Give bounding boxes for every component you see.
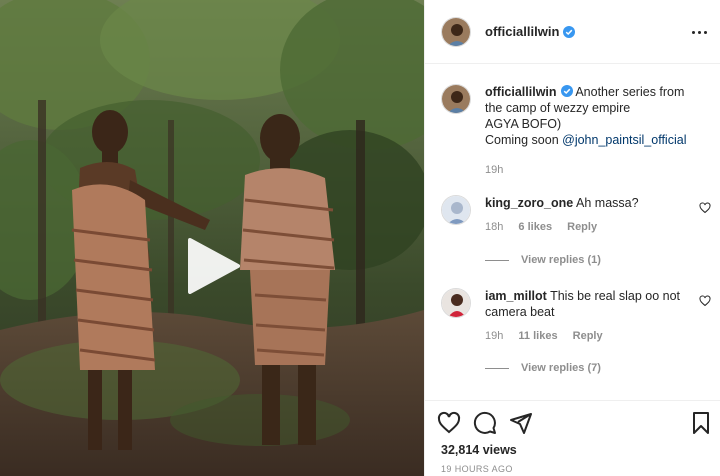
avatar-image xyxy=(442,196,470,224)
post-video[interactable] xyxy=(0,0,424,476)
caption-line: the camp of wezzy empire xyxy=(485,101,631,115)
comment: iam_millot This be real slap oo not came… xyxy=(441,288,711,344)
comment-body: iam_millot This be real slap oo not came… xyxy=(485,288,681,344)
caption-timestamp[interactable]: 19h xyxy=(485,162,686,178)
avatar-image xyxy=(442,17,470,46)
comment-text: Ah massa? xyxy=(576,196,639,210)
author-username[interactable]: officiallilwin xyxy=(485,24,559,39)
comment-likes[interactable]: 6 likes xyxy=(518,221,552,233)
comment-body: king_zoro_one Ah massa? 18h 6 likes Repl… xyxy=(485,195,681,235)
avatar[interactable] xyxy=(441,84,471,114)
verified-badge-icon xyxy=(560,85,573,97)
avatar[interactable] xyxy=(441,16,471,47)
post-timestamp[interactable]: 19 HOURS AGO xyxy=(441,464,513,474)
view-replies-label: View replies (7) xyxy=(521,362,601,374)
comment-username[interactable]: king_zoro_one xyxy=(485,196,573,210)
verified-badge-icon xyxy=(563,25,576,38)
comment-time[interactable]: 18h xyxy=(485,221,503,233)
caption-line: Another series from xyxy=(575,85,685,99)
avatar-image xyxy=(442,289,470,317)
avatar[interactable] xyxy=(441,195,471,225)
post-header: officiallilwin xyxy=(425,0,720,64)
more-icon-dot xyxy=(691,30,695,34)
view-count[interactable]: 32,814 views xyxy=(441,443,517,457)
bookmark-icon[interactable] xyxy=(689,411,713,435)
view-replies-label: View replies (1) xyxy=(521,254,601,266)
comment-username[interactable]: iam_millot xyxy=(485,289,547,303)
heart-icon[interactable] xyxy=(699,202,711,214)
post-actions: 32,814 views 19 HOURS AGO xyxy=(425,400,720,476)
comment-meta: 19h 11 likes Reply xyxy=(485,328,681,344)
divider-line xyxy=(485,367,509,369)
view-replies-button[interactable]: View replies (7) xyxy=(485,362,601,374)
caption-line: AGYA BOFO) xyxy=(485,117,562,131)
more-icon-dot xyxy=(697,30,701,34)
view-replies-button[interactable]: View replies (1) xyxy=(485,254,601,266)
avatar[interactable] xyxy=(441,288,471,318)
caption-text: officiallilwin Another series from the c… xyxy=(485,84,686,178)
comment-meta: 18h 6 likes Reply xyxy=(485,219,681,235)
comment-icon[interactable] xyxy=(473,411,497,435)
post-caption: officiallilwin Another series from the c… xyxy=(441,84,711,178)
action-icons xyxy=(437,411,545,435)
comment-time[interactable]: 19h xyxy=(485,330,503,342)
more-options-button[interactable] xyxy=(687,20,711,44)
heart-icon[interactable] xyxy=(699,295,711,307)
reply-button[interactable]: Reply xyxy=(567,221,597,233)
divider-line xyxy=(485,259,509,261)
caption-line: Coming soon xyxy=(485,133,563,147)
avatar-image xyxy=(442,85,470,113)
comment: king_zoro_one Ah massa? 18h 6 likes Repl… xyxy=(441,195,711,235)
reply-button[interactable]: Reply xyxy=(573,330,603,342)
post-details-panel: officiallilwin officiallilwin Another se… xyxy=(424,0,720,476)
more-icon-dot xyxy=(703,30,707,34)
play-icon[interactable] xyxy=(186,236,242,296)
heart-icon[interactable] xyxy=(437,411,461,435)
caption-username[interactable]: officiallilwin xyxy=(485,85,557,99)
comment-likes[interactable]: 11 likes xyxy=(518,330,557,342)
instagram-post: officiallilwin officiallilwin Another se… xyxy=(0,0,720,476)
mention-link[interactable]: @john_paintsil_official xyxy=(562,133,686,147)
share-icon[interactable] xyxy=(509,411,533,435)
